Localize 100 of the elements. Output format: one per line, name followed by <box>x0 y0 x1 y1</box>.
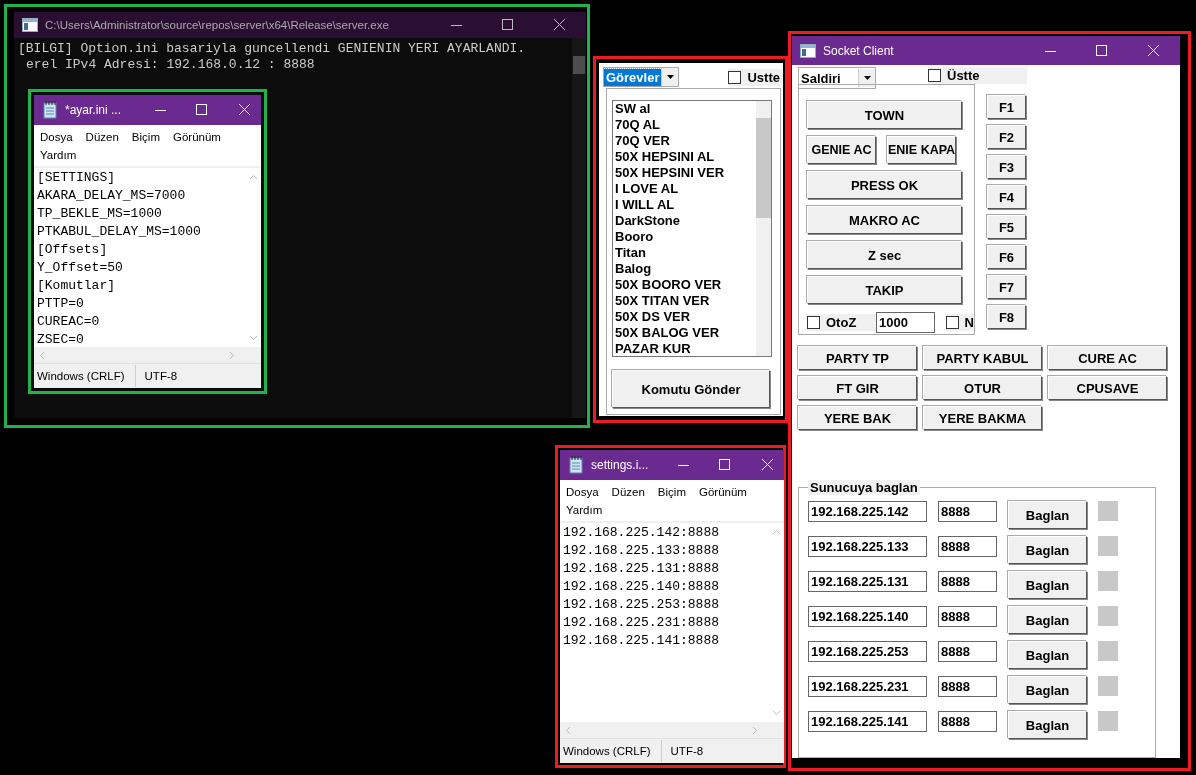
command-button[interactable]: OTUR <box>923 376 1042 400</box>
connect-button[interactable]: Baglan <box>1008 536 1087 564</box>
text-line: 192.168.225.253:8888 <box>563 596 721 614</box>
menu-item[interactable]: Dosya <box>40 130 73 145</box>
list-item[interactable]: 50X BOORO VER <box>615 277 756 293</box>
function-key-button[interactable]: F3 <box>987 155 1026 179</box>
list-item[interactable]: 50X HEPSINI AL <box>615 149 756 165</box>
list-item[interactable]: Booro <box>615 229 756 245</box>
console-line: [BILGI] Option.ini basariyla guncellendi GENIENIN YERI AYARLANDI. <box>18 41 527 57</box>
text-line: 192.168.225.133:8888 <box>563 542 721 560</box>
text-line: AKARA_DELAY_MS=7000 <box>37 187 187 205</box>
list-item[interactable]: 50X BALOG VER <box>615 325 756 341</box>
menu-item[interactable]: Biçim <box>131 130 160 145</box>
text-line: [Offsets] <box>37 241 109 259</box>
list-item[interactable]: I WILL AL <box>615 197 756 213</box>
action-button[interactable]: GENIE AC <box>807 136 876 164</box>
port-field[interactable]: 8888 <box>938 536 997 557</box>
checkbox[interactable]: Ustte <box>728 68 782 86</box>
action-button[interactable]: ENIE KAPA <box>887 136 956 164</box>
function-key-button[interactable]: F8 <box>987 305 1026 329</box>
list-item[interactable]: DarkStone <box>615 213 756 229</box>
command-button[interactable]: YERE BAKMA <box>923 406 1042 430</box>
text-line: [Komutlar] <box>37 277 116 295</box>
text-line: Y_Offset=50 <box>37 259 124 277</box>
command-list[interactable]: SW al 70Q AL 70Q VER 50X HEPSINI AL 50X HEPSINI VER I LOVE AL I WILL AL DarkStone Booro Titan Balog 50X BOORO VER 50X TITAN VER 50X DS VER 50X BALOG VER PAZAR KUR <box>612 100 772 357</box>
text-line: 192.168.225.140:8888 <box>563 578 721 596</box>
ip-field[interactable]: 192.168.225.253 <box>808 641 927 662</box>
checkbox[interactable]: Üstte <box>928 67 1027 84</box>
send-command-button[interactable]: Komutu Gönder <box>612 370 770 408</box>
list-item[interactable]: SW al <box>615 101 756 117</box>
port-field[interactable]: 8888 <box>938 676 997 697</box>
menu-item[interactable]: Düzen <box>611 485 645 500</box>
ip-field[interactable]: 192.168.225.142 <box>808 501 927 522</box>
text-line: CUREAC=0 <box>37 313 101 331</box>
ip-field[interactable]: 192.168.225.131 <box>808 571 927 592</box>
action-button[interactable]: MAKRO AC <box>807 206 962 234</box>
status-text: UTF-8 <box>143 370 178 382</box>
text-line: 192.168.225.141:8888 <box>563 632 721 650</box>
text-line: 192.168.225.231:8888 <box>563 614 721 632</box>
function-key-button[interactable]: F2 <box>987 125 1026 149</box>
action-button[interactable]: Z sec <box>807 241 962 269</box>
connect-button[interactable]: Baglan <box>1008 571 1087 599</box>
port-field[interactable]: 8888 <box>938 641 997 662</box>
command-button[interactable]: CURE AC <box>1048 346 1167 370</box>
command-dropdown[interactable]: Görevler <box>603 67 680 87</box>
list-item[interactable]: 70Q AL <box>615 117 756 133</box>
list-item[interactable]: 50X DS VER <box>615 309 756 325</box>
list-item[interactable]: Titan <box>615 245 756 261</box>
list-item[interactable]: 50X HEPSINI VER <box>615 165 756 181</box>
command-button[interactable]: PARTY TP <box>798 346 917 370</box>
command-button[interactable]: FT GIR <box>798 376 917 400</box>
function-key-button[interactable]: F4 <box>987 185 1026 209</box>
action-button[interactable]: TAKIP <box>807 276 962 304</box>
connect-button[interactable]: Baglan <box>1008 676 1087 704</box>
port-field[interactable]: 8888 <box>938 711 997 732</box>
port-field[interactable]: 8888 <box>938 571 997 592</box>
menu-item[interactable]: Düzen <box>85 130 119 145</box>
list-item[interactable]: PAZAR KUR <box>615 341 756 356</box>
ip-field[interactable]: 192.168.225.231 <box>808 676 927 697</box>
command-button[interactable]: PARTY KABUL <box>923 346 1042 370</box>
action-button[interactable]: TOWN <box>807 101 962 129</box>
window-title: *ayar.ini ... <box>65 103 123 117</box>
function-key-button[interactable]: F1 <box>987 95 1026 119</box>
status-text: Windows (CRLF) <box>560 740 662 762</box>
list-item[interactable]: Balog <box>615 261 756 277</box>
connect-button[interactable]: Baglan <box>1008 711 1087 739</box>
list-item[interactable]: 70Q VER <box>615 133 756 149</box>
command-button[interactable]: YERE BAK <box>798 406 917 430</box>
menu-item[interactable]: Biçim <box>657 485 686 500</box>
menu-item[interactable]: Dosya <box>566 485 599 500</box>
action-button[interactable]: PRESS OK <box>807 171 962 199</box>
menu-item[interactable]: Görünüm <box>173 130 221 145</box>
connect-button[interactable]: Baglan <box>1008 606 1087 634</box>
function-key-button[interactable]: F6 <box>987 245 1026 269</box>
ip-field[interactable]: 192.168.225.140 <box>808 606 927 627</box>
status-text: Windows (CRLF) <box>34 365 136 387</box>
text-line: 192.168.225.142:8888 <box>563 524 721 542</box>
interval-field[interactable]: 1000 <box>876 312 935 333</box>
ip-field[interactable]: 192.168.225.141 <box>808 711 927 732</box>
connect-button[interactable]: Baglan <box>1008 501 1087 529</box>
function-key-button[interactable]: F5 <box>987 215 1026 239</box>
port-field[interactable]: 8888 <box>938 501 997 522</box>
list-item[interactable]: 50X TITAN VER <box>615 293 756 309</box>
port-field[interactable]: 8888 <box>938 606 997 627</box>
menu-item[interactable]: Yardım <box>40 148 77 163</box>
checkbox[interactable]: OtoZ <box>807 314 876 331</box>
window-title: Socket Client <box>823 43 895 58</box>
text-line: [SETTINGS] <box>37 169 116 187</box>
function-key-button[interactable]: F7 <box>987 275 1026 299</box>
menu-item[interactable]: Yardım <box>566 503 603 518</box>
list-item[interactable]: I LOVE AL <box>615 181 756 197</box>
checkbox[interactable]: N <box>946 314 974 331</box>
mode-dropdown[interactable]: Saldiri <box>798 67 876 89</box>
menu-item[interactable]: Görünüm <box>699 485 747 500</box>
ip-field[interactable]: 192.168.225.133 <box>808 536 927 557</box>
console-line: erel IPv4 Adresi: 192.168.0.12 : 8888 <box>25 57 316 73</box>
text-line: 192.168.225.131:8888 <box>563 560 721 578</box>
command-button[interactable]: CPUSAVE <box>1048 376 1167 400</box>
connect-button[interactable]: Baglan <box>1008 641 1087 669</box>
text-line: TP_BEKLE_MS=1000 <box>37 205 163 223</box>
